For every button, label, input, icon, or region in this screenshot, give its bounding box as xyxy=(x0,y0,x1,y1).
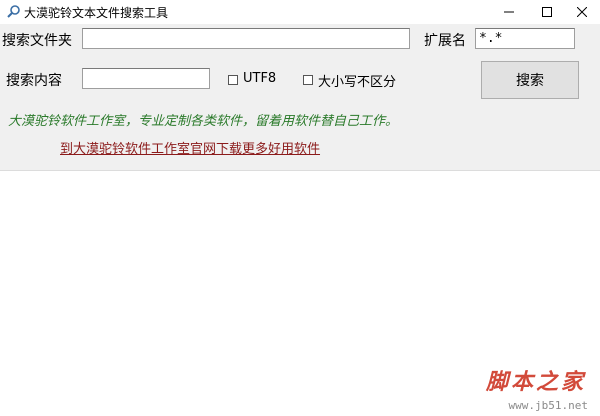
search-form-panel: 搜索文件夹 扩展名 搜索内容 UTF8 大小写不区分 搜索 大漠驼铃软件工作室，… xyxy=(0,24,600,171)
slogan-text: 大漠驼铃软件工作室，专业定制各类软件，留着用软件替自己工作。 xyxy=(8,114,399,129)
website-link[interactable]: 到大漠驼铃软件工作室官网下载更多好用软件 xyxy=(60,138,320,157)
minimize-button[interactable] xyxy=(491,0,527,24)
minimize-icon xyxy=(504,11,514,13)
window-title: 大漠驼铃文本文件搜索工具 xyxy=(24,6,169,20)
watermark-text: 脚本之家 xyxy=(485,369,586,395)
search-content-input[interactable] xyxy=(82,68,210,89)
utf8-label: UTF8 xyxy=(243,71,277,86)
extension-input[interactable] xyxy=(475,28,575,49)
case-insensitive-checkbox[interactable] xyxy=(303,75,313,85)
results-area[interactable]: 脚本之家 www.jb51.net xyxy=(0,171,600,416)
close-button[interactable] xyxy=(564,0,600,24)
case-insensitive-label: 大小写不区分 xyxy=(318,75,397,90)
maximize-icon xyxy=(542,7,552,17)
folder-label: 搜索文件夹 xyxy=(2,33,72,49)
title-bar: 大漠驼铃文本文件搜索工具 xyxy=(0,0,600,24)
search-button[interactable]: 搜索 xyxy=(481,61,579,99)
watermark-url: www.jb51.net xyxy=(508,399,588,412)
content-label: 搜索内容 xyxy=(6,73,62,89)
maximize-button[interactable] xyxy=(529,0,565,24)
folder-input[interactable] xyxy=(82,28,410,49)
close-icon xyxy=(577,7,587,17)
utf8-checkbox[interactable] xyxy=(228,75,238,85)
extension-label: 扩展名 xyxy=(424,33,466,49)
magnifier-icon xyxy=(7,5,20,18)
